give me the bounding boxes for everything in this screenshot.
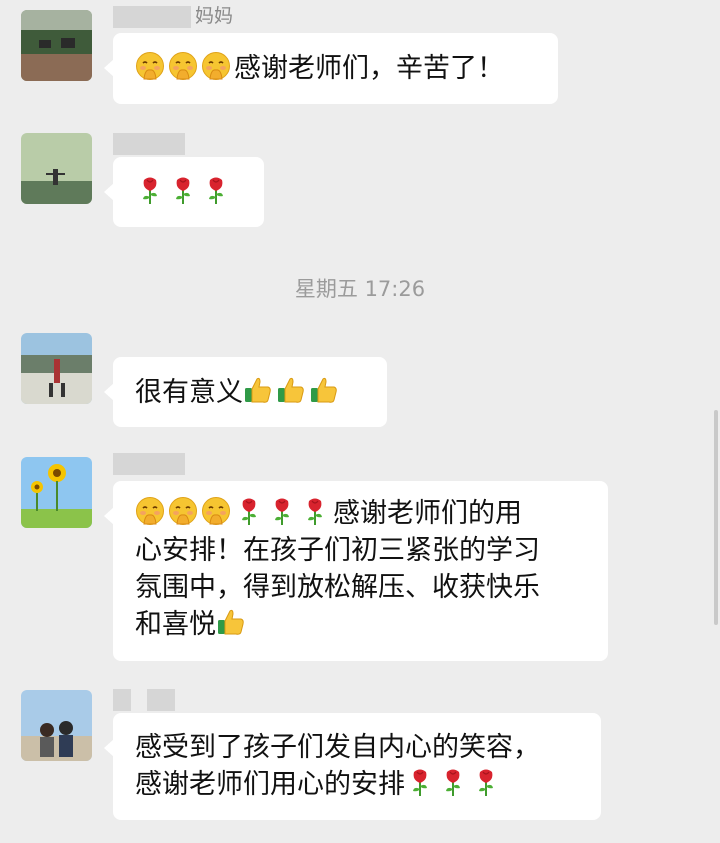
scrollbar[interactable] xyxy=(714,410,718,625)
hand-over-mouth-emoji xyxy=(135,51,165,81)
rose-emoji xyxy=(300,496,330,526)
avatar-3[interactable] xyxy=(21,333,92,404)
sender-name-1: 妈妈 xyxy=(113,3,233,29)
message-bubble-5[interactable]: 感受到了孩子们发自内心的笑容， 感谢老师们用心的安排 xyxy=(104,713,601,820)
hand-over-mouth-emoji xyxy=(168,51,198,81)
sender-name-2 xyxy=(113,130,189,156)
message-line: 和喜悦 xyxy=(135,606,586,643)
hand-over-mouth-emoji xyxy=(168,496,198,526)
thumbs-up-emoji xyxy=(243,375,273,405)
message-text: 感谢老师们用心的安排 xyxy=(135,769,405,800)
rose-emoji xyxy=(267,496,297,526)
message-text: 和喜悦 xyxy=(135,609,216,640)
rose-emoji xyxy=(201,175,231,205)
rose-emoji xyxy=(471,767,501,797)
rose-emoji xyxy=(405,767,435,797)
sender-label: 妈妈 xyxy=(195,5,234,27)
message-text: 很有意义 xyxy=(135,377,243,408)
redacted-name-mosaic xyxy=(147,688,175,711)
rose-emoji xyxy=(438,767,468,797)
timestamp: 星期五 17:26 xyxy=(294,277,426,301)
message-line: 感受到了孩子们发自内心的笑容， xyxy=(135,732,540,763)
thumbs-up-emoji xyxy=(276,375,306,405)
redacted-name-mosaic xyxy=(113,5,191,28)
rose-emoji xyxy=(135,175,165,205)
message-bubble-4[interactable]: 感谢老师们的用 心安排！在孩子们初三紧张的学习 氛围中，得到放松解压、收获快乐 … xyxy=(104,481,608,661)
message-line: 感谢老师们的用 xyxy=(135,495,586,532)
message-line: 氛围中，得到放松解压、收获快乐 xyxy=(135,572,540,603)
message-line: 心安排！在孩子们初三紧张的学习 xyxy=(135,535,540,566)
redacted-name-mosaic xyxy=(113,688,131,711)
redacted-name-mosaic xyxy=(113,452,185,475)
hand-over-mouth-emoji xyxy=(201,496,231,526)
message-bubble-3[interactable]: 很有意义 xyxy=(104,357,387,427)
sender-name-4 xyxy=(113,450,189,476)
hand-over-mouth-emoji xyxy=(201,51,231,81)
sender-name-5 xyxy=(113,686,179,712)
avatar-5[interactable] xyxy=(21,690,92,761)
rose-emoji xyxy=(234,496,264,526)
message-bubble-1[interactable]: 感谢老师们，辛苦了！ xyxy=(104,33,558,104)
message-text: 感谢老师们，辛苦了！ xyxy=(234,53,504,84)
hand-over-mouth-emoji xyxy=(135,496,165,526)
message-text: 感谢老师们的用 xyxy=(333,498,522,529)
avatar-1[interactable] xyxy=(21,10,92,81)
avatar-4[interactable] xyxy=(21,457,92,528)
thumbs-up-emoji xyxy=(309,375,339,405)
redacted-name-mosaic xyxy=(113,132,185,155)
message-bubble-2[interactable] xyxy=(104,157,264,227)
message-line: 感谢老师们用心的安排 xyxy=(135,766,579,803)
thumbs-up-emoji xyxy=(216,607,246,637)
avatar-2[interactable] xyxy=(21,133,92,204)
rose-emoji xyxy=(168,175,198,205)
